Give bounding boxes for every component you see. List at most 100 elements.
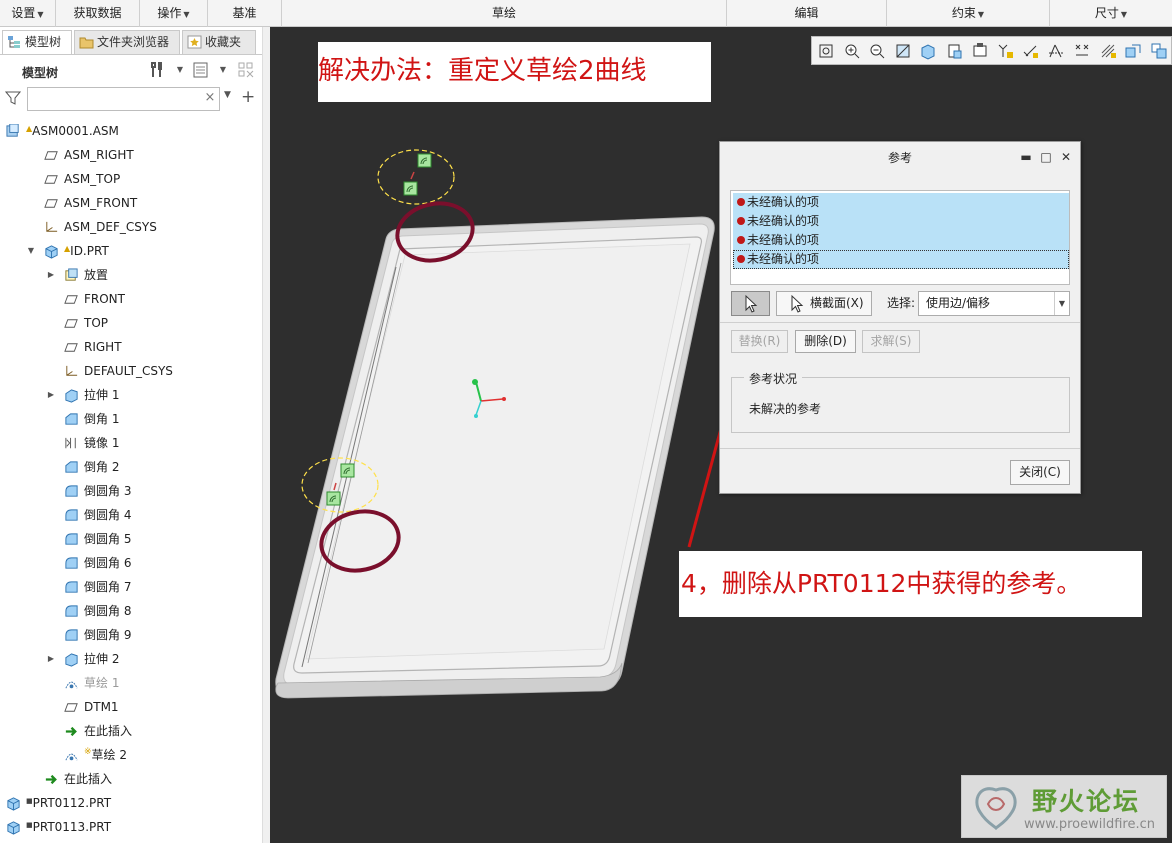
datum-display-icon[interactable]	[996, 42, 1014, 60]
filter-icon[interactable]	[5, 90, 21, 106]
reference-item[interactable]: 未经确认的项	[733, 250, 1069, 269]
tree-search-input[interactable]	[27, 87, 220, 111]
solve-button[interactable]: 求解(S)	[862, 330, 920, 353]
search-options-dropdown-icon[interactable]: ▼	[224, 90, 231, 100]
close-icon[interactable]: ✕	[1059, 150, 1073, 164]
disp-vertices-icon[interactable]	[1073, 42, 1091, 60]
zoom-out-icon[interactable]	[868, 42, 886, 60]
expand-icon[interactable]: ▶	[46, 263, 56, 287]
panel-scrollbar[interactable]	[262, 27, 270, 843]
close-button[interactable]: 关闭(C)	[1010, 460, 1070, 485]
tree-item[interactable]: DEFAULT_CSYS	[0, 359, 262, 383]
menu-datum[interactable]: 基准	[208, 0, 282, 27]
round-icon	[65, 533, 78, 545]
tree-columns-icon[interactable]	[236, 60, 256, 80]
tab-favorites[interactable]: 收藏夹	[182, 30, 256, 55]
reference-item[interactable]: 未经确认的项	[733, 212, 1069, 231]
menu-sketch[interactable]: 草绘	[282, 0, 727, 27]
expand-icon[interactable]: ▶	[46, 383, 56, 407]
select-reference-button[interactable]	[731, 291, 770, 316]
round-icon	[65, 629, 78, 641]
saved-orientations-icon[interactable]	[945, 42, 963, 60]
tree-item[interactable]: 倒圆角 5	[0, 527, 262, 551]
tree-settings-icon[interactable]	[148, 60, 168, 80]
tree-item-label: ASM_TOP	[64, 167, 120, 191]
repaint-icon[interactable]	[894, 42, 912, 60]
disp-dimensions-icon[interactable]	[1047, 42, 1065, 60]
menu-operations[interactable]: 操作 ▼	[140, 0, 208, 27]
tree-item[interactable]: ▶■PRT0113.PRT	[0, 815, 262, 839]
tree-item[interactable]: 镜像 1	[0, 431, 262, 455]
highlight-ellipse-top	[377, 149, 455, 205]
tree-item[interactable]: DTM1	[0, 695, 262, 719]
tree-item[interactable]: 倒圆角 6	[0, 551, 262, 575]
tree-item[interactable]: ▶■PRT0112.PRT	[0, 791, 262, 815]
tree-item[interactable]: ASM_DEF_CSYS	[0, 215, 262, 239]
expand-icon[interactable]: ▶	[46, 647, 56, 671]
tree-settings-dropdown-icon[interactable]: ▼	[170, 60, 190, 80]
disp-constraints-icon[interactable]	[1022, 42, 1040, 60]
tree-item[interactable]: ASM_RIGHT	[0, 143, 262, 167]
tree-item[interactable]: 在此插入	[0, 719, 262, 743]
tree-item[interactable]: 倒角 2	[0, 455, 262, 479]
tree-item[interactable]: ▶ 拉伸 2	[0, 647, 262, 671]
disp-grid-icon[interactable]	[1099, 42, 1117, 60]
tree-item[interactable]: ASM_TOP	[0, 167, 262, 191]
tree-item[interactable]: 倒圆角 9	[0, 623, 262, 647]
tree-item[interactable]: 倒角 1	[0, 407, 262, 431]
round-icon	[65, 605, 78, 617]
csys-icon	[46, 221, 58, 232]
tree-item[interactable]: RIGHT	[0, 335, 262, 359]
tab-model-tree[interactable]: 模型树	[2, 30, 72, 55]
tree-item[interactable]: ▶ 放置	[0, 263, 262, 287]
sketch-view-icon[interactable]	[1124, 42, 1142, 60]
tree-item[interactable]: ※草绘 2	[0, 743, 262, 767]
tree-item[interactable]: 倒圆角 4	[0, 503, 262, 527]
tree-item-text: 倒圆角 7	[84, 580, 132, 594]
refit-icon[interactable]	[817, 42, 835, 60]
reference-item[interactable]: 未经确认的项	[733, 231, 1069, 250]
tree-item-text: 倒圆角 4	[84, 508, 132, 522]
tree-item[interactable]: 倒圆角 3	[0, 479, 262, 503]
tree-item[interactable]: ▶ 拉伸 1	[0, 383, 262, 407]
zoom-in-icon[interactable]	[843, 42, 861, 60]
tree-item[interactable]: 倒圆角 8	[0, 599, 262, 623]
tree-show-icon[interactable]	[191, 60, 211, 80]
display-style-icon[interactable]	[919, 42, 937, 60]
tree-item[interactable]: 倒圆角 7	[0, 575, 262, 599]
tree-show-dropdown-icon[interactable]: ▼	[213, 60, 233, 80]
add-filter-icon[interactable]: +	[241, 87, 255, 107]
tree-item-label: 在此插入	[64, 767, 112, 791]
datum-plane-icon	[44, 151, 58, 160]
menu-dimension[interactable]: 尺寸 ▼	[1050, 0, 1172, 27]
collapse-icon[interactable]: ▼	[26, 239, 36, 263]
select-mode-dropdown[interactable]: 使用边/偏移 ▼	[918, 291, 1070, 316]
dialog-titlebar[interactable]: 参考 ▬ □ ✕	[720, 142, 1080, 174]
tree-item[interactable]: TOP	[0, 311, 262, 335]
tree-item[interactable]: 草绘 1	[0, 671, 262, 695]
menu-edit[interactable]: 编辑	[727, 0, 887, 27]
view-manager-icon[interactable]	[971, 42, 989, 60]
menu-settings[interactable]: 设置 ▼	[0, 0, 56, 27]
cross-section-button[interactable]: 横截面(X)	[776, 291, 872, 316]
maximize-icon[interactable]: □	[1039, 150, 1053, 164]
menu-constrain[interactable]: 约束 ▼	[887, 0, 1050, 27]
tab-folder-browser[interactable]: 文件夹浏览器	[74, 30, 180, 55]
menu-get-data[interactable]: 获取数据	[56, 0, 140, 27]
clear-search-icon[interactable]: ×	[202, 90, 218, 106]
tree-item[interactable]: FRONT	[0, 287, 262, 311]
disp-overlap-icon[interactable]	[1150, 42, 1168, 60]
reference-item[interactable]: 未经确认的项	[733, 193, 1069, 212]
delete-button[interactable]: 删除(D)	[795, 330, 856, 353]
tree-item-label: 倒角 2	[84, 455, 119, 479]
reference-list[interactable]: 未经确认的项 未经确认的项 未经确认的项 未经确认的项	[730, 190, 1070, 285]
tree-item-text: 倒角 1	[84, 412, 120, 426]
replace-button[interactable]: 替换(R)	[731, 330, 788, 353]
tree-item[interactable]: 在此插入	[0, 767, 262, 791]
minimize-icon[interactable]: ▬	[1019, 150, 1033, 164]
tree-item[interactable]: ▼ ▲ID.PRT	[0, 239, 262, 263]
tree-item[interactable]: ▲ASM0001.ASM	[0, 119, 262, 143]
tree-item-text: FRONT	[84, 292, 125, 306]
tree-item[interactable]: ASM_FRONT	[0, 191, 262, 215]
tree-item-label: 放置	[84, 263, 108, 287]
